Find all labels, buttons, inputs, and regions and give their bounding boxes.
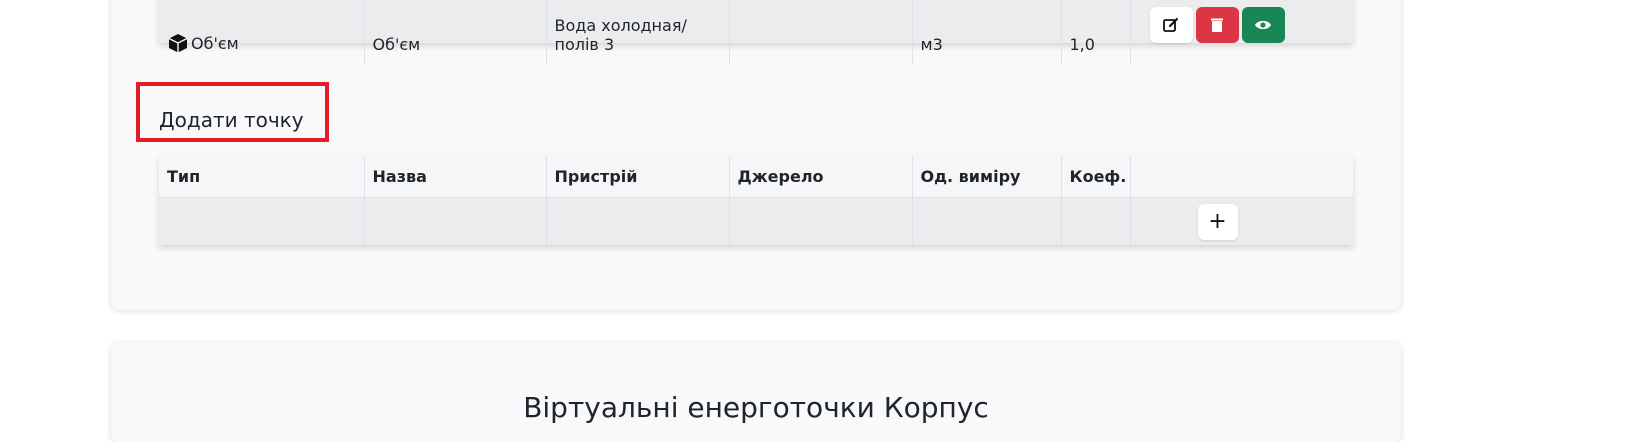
table-row: + [159,197,1353,246]
new-device-cell [546,197,730,245]
cube-icon [167,32,189,54]
highlight-box [136,82,329,142]
points-table: Об'єм Об'єм Вода холодная/ полів 3 м3 1,… [159,0,1353,64]
delete-button[interactable] [1195,7,1239,43]
new-unit-cell [912,197,1062,245]
eye-icon [1255,20,1271,30]
edit-icon [1163,17,1179,32]
add-point-button[interactable]: + [1197,203,1238,240]
new-coef-cell [1061,197,1131,245]
new-source-cell [729,197,913,245]
col-header-unit: Од. виміру [912,156,1062,198]
name-cell: Об'єм [364,0,547,64]
coef-cell: 1,0 [1061,0,1131,64]
new-actions-cell: + [1130,198,1353,246]
add-point-table: Тип Назва Пристрій Джерело Од. виміру Ко… [159,156,1353,245]
type-cell: Об'єм [159,0,365,64]
view-button[interactable] [1241,7,1285,43]
col-header-source: Джерело [729,156,913,198]
col-header-device: Пристрій [546,156,730,198]
table-row: Об'єм Об'єм Вода холодная/ полів 3 м3 1,… [159,0,1353,64]
points-card: Об'єм Об'єм Вода холодная/ полів 3 м3 1,… [111,0,1401,310]
col-header-coef: Коеф. [1061,156,1131,198]
col-header-type: Тип [159,156,365,198]
new-name-cell [364,197,547,245]
virtual-points-card: Віртуальні енерготочки Корпус [111,342,1401,442]
trash-icon [1211,18,1223,32]
col-header-name: Назва [364,156,547,198]
actions-cell [1130,0,1353,64]
device-cell: Вода холодная/ полів 3 [546,0,730,64]
edit-button[interactable] [1149,7,1193,43]
type-value: Об'єм [191,34,239,53]
table-header-row: Тип Назва Пристрій Джерело Од. виміру Ко… [159,156,1353,198]
new-type-cell [159,197,365,245]
unit-cell: м3 [912,0,1062,64]
col-header-actions [1130,156,1353,198]
source-cell [729,0,913,64]
